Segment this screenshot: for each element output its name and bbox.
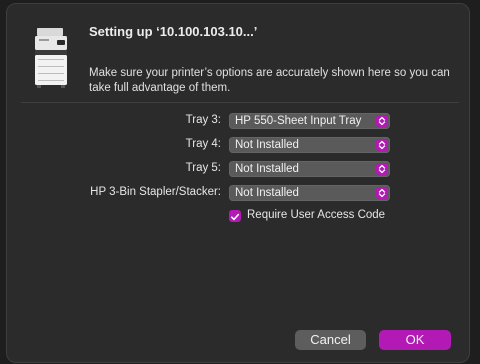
checkmark-icon bbox=[231, 213, 240, 221]
tray4-popup[interactable]: Not Installed bbox=[229, 137, 390, 153]
option-label: Tray 5: bbox=[185, 162, 221, 174]
checkbox-label[interactable]: Require User Access Code bbox=[247, 209, 385, 221]
chevron-updown-icon bbox=[376, 163, 388, 175]
chevron-updown-icon bbox=[376, 115, 388, 127]
tray5-popup[interactable]: Not Installed bbox=[229, 161, 390, 177]
chevron-updown-icon bbox=[376, 139, 388, 151]
printer-setup-dialog: Setting up ‘10.100.103.10...’ Make sure … bbox=[6, 3, 470, 363]
cancel-button[interactable]: Cancel bbox=[295, 330, 366, 350]
stapler-stacker-popup[interactable]: Not Installed bbox=[229, 185, 390, 201]
printer-icon bbox=[31, 26, 71, 90]
divider bbox=[21, 102, 459, 103]
dialog-title: Setting up ‘10.100.103.10...’ bbox=[89, 24, 258, 39]
popup-value: Not Installed bbox=[235, 187, 299, 199]
popup-value: Not Installed bbox=[235, 163, 299, 175]
option-row-tray5: Tray 5: Not Installed bbox=[7, 161, 469, 177]
popup-value: HP 550-Sheet Input Tray bbox=[235, 115, 362, 127]
dialog-description: Make sure your printer’s options are acc… bbox=[89, 67, 450, 94]
tray3-popup[interactable]: HP 550-Sheet Input Tray bbox=[229, 113, 390, 129]
option-label: HP 3-Bin Stapler/Stacker: bbox=[90, 186, 221, 198]
require-access-code-checkbox[interactable] bbox=[229, 210, 241, 222]
option-label: Tray 3: bbox=[185, 114, 221, 126]
option-label: Tray 4: bbox=[185, 138, 221, 150]
option-row-tray4: Tray 4: Not Installed bbox=[7, 137, 469, 153]
option-row-tray3: Tray 3: HP 550-Sheet Input Tray bbox=[7, 113, 469, 129]
option-row-stapler: HP 3-Bin Stapler/Stacker: Not Installed bbox=[7, 185, 469, 201]
popup-value: Not Installed bbox=[235, 139, 299, 151]
chevron-updown-icon bbox=[376, 187, 388, 199]
ok-button[interactable]: OK bbox=[379, 330, 451, 350]
